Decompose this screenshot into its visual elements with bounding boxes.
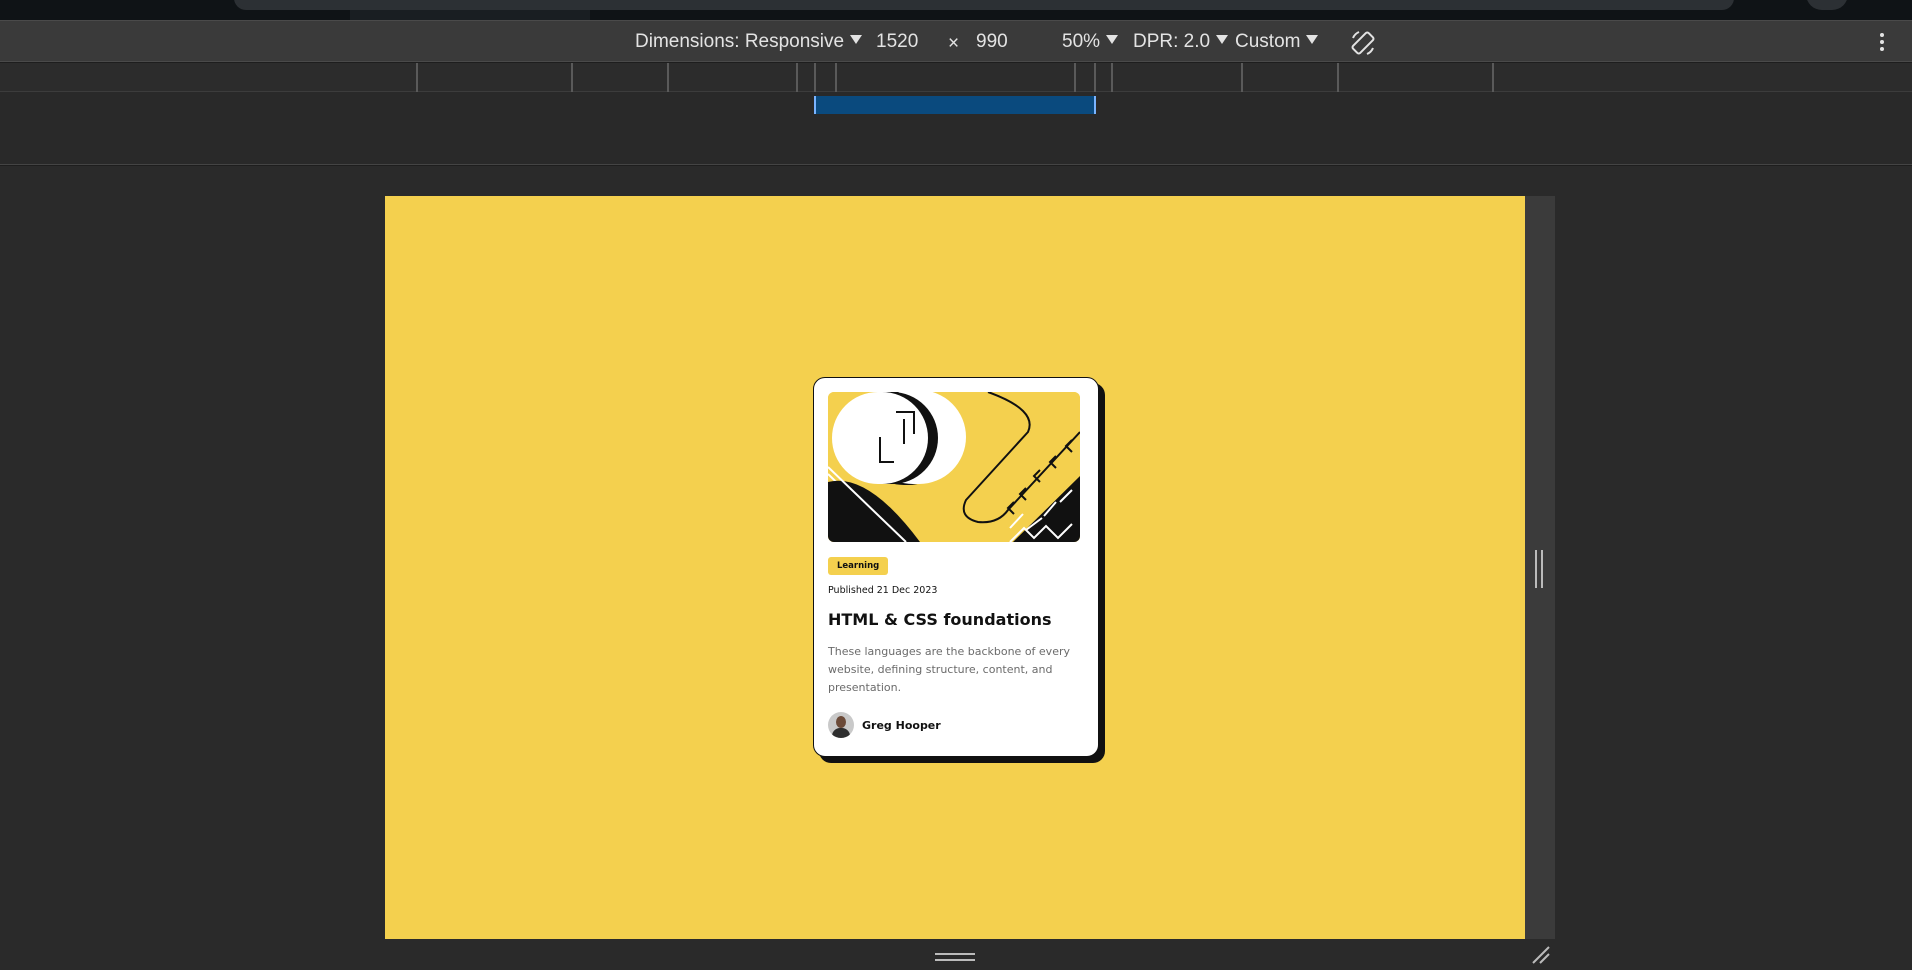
width-input[interactable]: 1520 [876,31,918,53]
browser-chrome-strip [0,0,1912,20]
throttling-dropdown[interactable]: Custom [1235,31,1319,53]
profile-button-edge[interactable] [1806,0,1848,10]
caret-down-icon [1106,35,1119,44]
device-viewport: Learning Published 21 Dec 2023 HTML & CS… [385,196,1525,939]
height-input[interactable]: 990 [976,31,1008,53]
caret-down-icon [1216,35,1229,44]
card-description: These languages are the backbone of ever… [828,645,1070,694]
caret-down-icon [1306,35,1319,44]
device-toolbar: Dimensions: Responsive 1520 × 990 50% DP… [0,20,1912,62]
bottom-resize-handle[interactable] [385,939,1525,970]
author-name: Greg Hooper [862,718,941,732]
dimensions-dropdown[interactable]: Dimensions: Responsive [635,31,863,53]
dpr-dropdown[interactable]: DPR: 2.0 [1133,31,1229,53]
card-illustration [828,392,1080,542]
devtools-device-mode: Dimensions: Responsive 1520 × 990 50% DP… [0,0,1912,970]
published-date: Published 21 Dec 2023 [828,585,938,596]
zoom-dropdown[interactable]: 50% [1062,31,1119,53]
dpr-label: DPR: 2.0 [1133,31,1211,52]
right-resize-handle[interactable] [1525,196,1555,939]
dimensions-label: Dimensions: Responsive [635,31,845,52]
more-options-icon[interactable] [1878,31,1886,55]
blog-preview-card: Learning Published 21 Dec 2023 HTML & CS… [813,377,1099,757]
media-query-ruler [0,63,1912,92]
card-title[interactable]: HTML & CSS foundations [828,610,1084,629]
rotate-icon[interactable] [1349,29,1377,57]
resize-corner-icon[interactable] [1531,945,1551,965]
author: Greg Hooper [828,712,1084,738]
media-query-bar-area [0,92,1912,165]
media-query-range[interactable] [814,96,1096,114]
address-bar-edge[interactable] [234,0,1734,10]
throttling-label: Custom [1235,31,1301,52]
caret-down-icon [850,35,863,44]
category-tag: Learning [828,557,889,575]
avatar [828,712,854,738]
zoom-label: 50% [1062,31,1101,52]
times-symbol: × [948,33,960,54]
